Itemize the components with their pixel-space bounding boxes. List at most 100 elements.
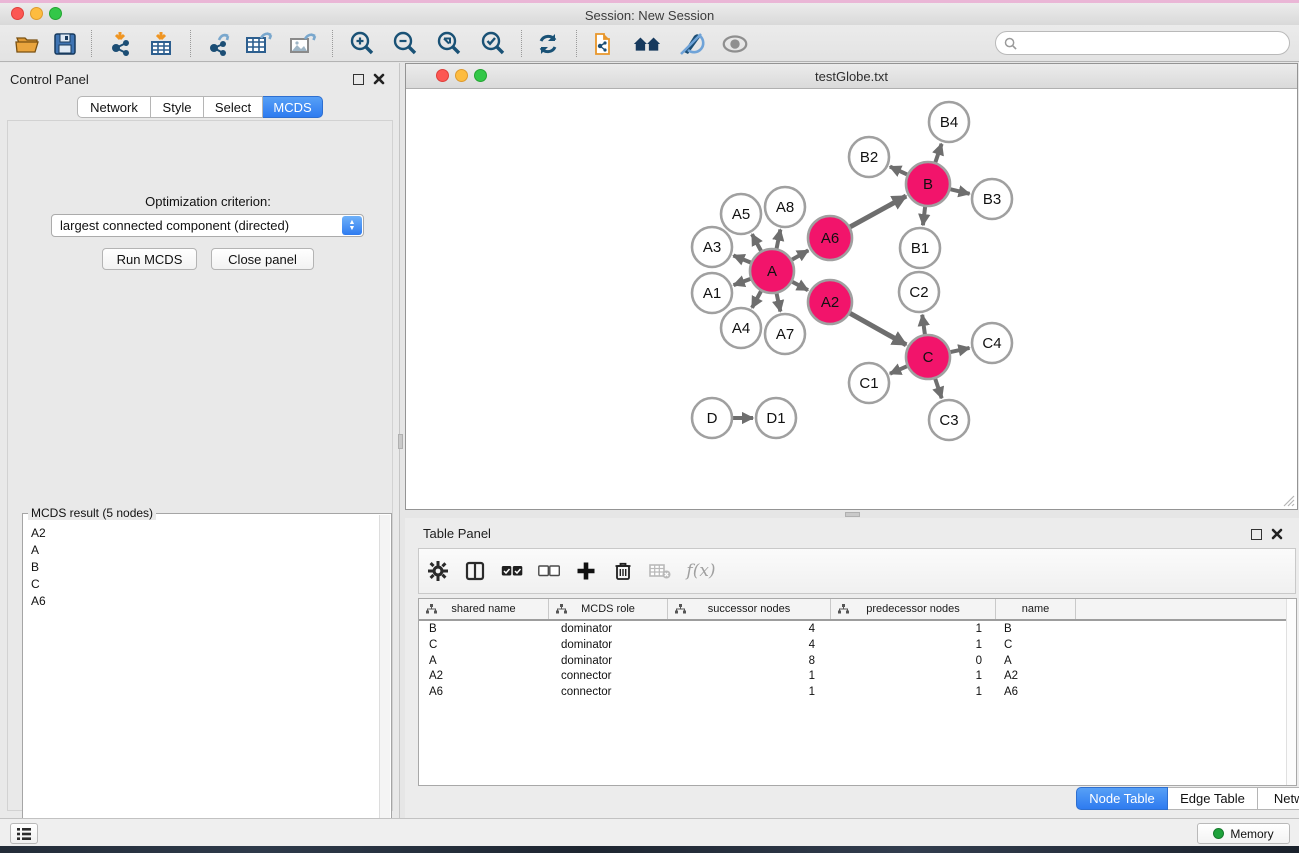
home-button[interactable] [632,29,662,59]
memory-button[interactable]: Memory [1197,823,1290,844]
search-field-container[interactable] [995,31,1290,55]
function-builder-button-disabled: f(x) [678,549,724,593]
table-settings-button[interactable] [419,549,456,593]
graph-node-label-B1: B1 [911,240,929,257]
table-header-row: shared name MCDS role successor nodes pr… [419,599,1296,621]
table-row[interactable]: A2connector11A2 [419,669,1296,685]
run-mcds-button[interactable]: Run MCDS [102,248,197,270]
graph-node-label-C1: C1 [859,375,878,392]
graph-edge-A-A8[interactable] [776,230,780,252]
graph-edge-A6-B[interactable] [848,196,907,228]
deselect-all-button[interactable] [530,549,567,593]
tab-network[interactable]: Network [77,96,151,118]
graph-edge-B-B3[interactable] [948,189,970,194]
table-row[interactable]: Bdominator41B [419,622,1296,638]
tab-network-table[interactable]: Network Table [1258,787,1299,810]
network-view-window: testGlobe.txt B4 B2 B B3 A5 A8 A6 A3 B1 … [405,63,1298,510]
hide-annotations-button[interactable] [676,29,706,59]
table-cell: 1 [668,686,815,698]
table-cell: A6 [1004,686,1018,698]
table-row[interactable]: A6connector11A6 [419,685,1296,701]
close-panel-icon[interactable] [373,73,385,85]
network-graph-canvas[interactable]: B4 B2 B B3 A5 A8 A6 A3 B1 A C2 A1 A2 A4 … [406,89,1297,509]
export-network-button[interactable] [204,29,234,59]
graph-node-label-A3: A3 [703,239,721,256]
table-cell: connector [561,670,612,682]
graph-node-label-B4: B4 [940,114,958,131]
clone-network-button[interactable] [589,29,619,59]
column-header-shared-name[interactable]: shared name [419,599,549,619]
graph-node-label-C4: C4 [982,335,1001,352]
column-header-successor-nodes[interactable]: successor nodes [668,599,831,619]
graph-node-label-C2: C2 [909,284,928,301]
import-table-button[interactable] [146,29,176,59]
mcds-result-item[interactable]: B [23,558,391,575]
table-row[interactable]: Cdominator41C [419,638,1296,654]
horizontal-splitter-handle[interactable] [845,512,860,517]
tab-mcds[interactable]: MCDS [263,96,323,118]
list-icon [16,827,32,841]
window-title: Session: New Session [0,8,1299,23]
tab-edge-table[interactable]: Edge Table [1168,787,1258,810]
column-header-predecessor-nodes[interactable]: predecessor nodes [831,599,996,619]
graph-edge-B-B4[interactable] [934,144,941,165]
close-panel-button[interactable]: Close panel [211,248,314,270]
criterion-dropdown[interactable]: largest connected component (directed) ▲… [51,214,364,237]
delete-column-button[interactable] [604,549,641,593]
network-list-button[interactable] [10,823,38,844]
graph-edge-A2-C[interactable] [847,312,906,345]
search-input[interactable] [1022,36,1289,50]
table-row[interactable]: Adominator80A [419,654,1296,670]
fx-icon: f(x) [686,561,715,581]
column-header-MCDS-role[interactable]: MCDS role [549,599,668,619]
import-network-icon [107,30,135,58]
mcds-result-item[interactable]: A6 [23,592,391,609]
annotation-pen-slash-icon [676,30,706,58]
table-cell: 8 [668,655,815,667]
open-session-button[interactable] [13,29,43,59]
column-header-name[interactable]: name [996,599,1076,619]
tab-style[interactable]: Style [151,96,204,118]
close-panel-icon[interactable] [1271,528,1283,540]
export-image-button[interactable] [288,29,318,59]
import-network-button[interactable] [106,29,136,59]
zoom-out-button[interactable] [390,29,420,59]
mcds-result-scrollbar[interactable] [379,515,390,853]
control-panel: Control Panel NetworkStyleSelectMCDS Opt… [0,63,400,818]
graph-edge-C-C2[interactable] [922,315,925,337]
eye-icon [720,31,750,57]
zoom-fit-button[interactable] [434,29,464,59]
graph-node-label-D: D [707,410,718,427]
table-cell: A6 [429,686,443,698]
mcds-result-item[interactable]: A [23,541,391,558]
show-hide-button[interactable] [720,29,750,59]
table-panel-title: Table Panel [423,526,491,541]
float-panel-icon[interactable] [353,74,364,85]
graph-edge-A-A4[interactable] [752,289,762,308]
mcds-result-title: MCDS result (5 nodes) [28,506,156,520]
mcds-result-list: A2ABCA6 [23,524,391,609]
table-cell: 1 [831,670,982,682]
mcds-result-item[interactable]: A2 [23,524,391,541]
float-panel-icon[interactable] [1251,529,1262,540]
graph-node-label-B: B [923,176,933,193]
zoom-in-button[interactable] [347,29,377,59]
graph-edge-A-A5[interactable] [752,234,762,253]
mcds-result-item[interactable]: C [23,575,391,592]
tab-node-table[interactable]: Node Table [1076,787,1168,810]
tab-select[interactable]: Select [204,96,263,118]
table-scrollbar[interactable] [1286,599,1296,785]
select-all-button[interactable] [493,549,530,593]
export-table-button[interactable] [244,29,274,59]
graph-edge-C-C4[interactable] [948,348,970,353]
table-cell: 1 [668,670,815,682]
refresh-layout-button[interactable] [533,29,563,59]
window-resize-grip[interactable] [1282,494,1295,507]
toggle-column-view-button[interactable] [456,549,493,593]
delete-table-icon [649,563,671,579]
zoom-selected-button[interactable] [478,29,508,59]
create-column-button[interactable] [567,549,604,593]
graph-edge-C-C3[interactable] [934,376,941,398]
save-session-button[interactable] [50,29,80,59]
vertical-splitter-handle[interactable] [398,434,403,449]
